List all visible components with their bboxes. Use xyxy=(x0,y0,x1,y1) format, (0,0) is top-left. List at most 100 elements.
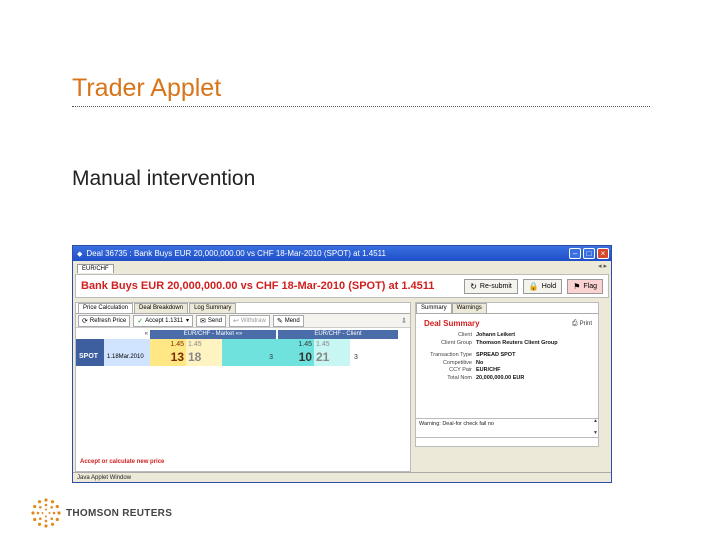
collapse-arrow[interactable]: « xyxy=(76,330,150,339)
price-panel-tabs: Price Calculation Deal Breakdown Log Sum… xyxy=(76,303,410,314)
window-title: Deal 36735 : Bank Buys EUR 20,000,000.00… xyxy=(86,249,386,258)
tenor-label: SPOT xyxy=(76,339,104,366)
logo-mark-icon xyxy=(31,498,61,528)
resubmit-label: Re-submit xyxy=(479,282,512,290)
tab-deal-breakdown[interactable]: Deal Breakdown xyxy=(134,303,189,313)
summary-tabs: Summary Warnings xyxy=(416,303,598,314)
minimize-button[interactable]: – xyxy=(569,248,581,259)
tab-warnings[interactable]: Warnings xyxy=(451,303,487,313)
client-bid-figure: 1.45 xyxy=(298,341,312,348)
flag-button[interactable]: ⚑ Flag xyxy=(567,278,603,294)
market-ask-pips: 18 xyxy=(188,350,202,364)
close-button[interactable]: × xyxy=(597,248,609,259)
tab-summary[interactable]: Summary xyxy=(416,303,452,313)
chevron-down-icon: ▾ xyxy=(186,318,190,324)
accept-message: Accept or calculate new price xyxy=(80,459,165,465)
tab-eurchf[interactable]: EUR/CHF xyxy=(77,264,114,273)
summary-row: Total Nom 20,000,000.00 EUR xyxy=(416,375,598,383)
summary-key: Client Group xyxy=(441,339,472,346)
printer-icon: ⎙ xyxy=(572,319,578,327)
flag-label: Flag xyxy=(583,282,597,290)
client-bid-cell[interactable]: 1.45 10 xyxy=(276,339,314,366)
market-ask-cell[interactable]: 1.45 18 xyxy=(186,339,222,366)
client-column-header: EUR/CHF - Client xyxy=(278,330,398,339)
summary-row: CCY Pair EUR/CHF xyxy=(416,367,598,375)
status-bar: Java Applet Window xyxy=(73,472,611,482)
window-titlebar[interactable]: ◆ Deal 36735 : Bank Buys EUR 20,000,000.… xyxy=(73,246,611,261)
deal-header: Bank Buys EUR 20,000,000.00 vs CHF 18-Ma… xyxy=(75,274,609,298)
market-bid-cell[interactable]: 1.45 13 xyxy=(150,339,186,366)
summary-row: Client Johann Leikert xyxy=(416,332,598,340)
client-ask-pips: 21 xyxy=(316,350,330,364)
warning-box: Warning: Deal-for check fail no xyxy=(415,418,599,438)
summary-key: Competitive xyxy=(442,359,472,366)
deal-summary-header: Deal Summary ⎙ Print xyxy=(416,314,598,332)
tab-log-summary[interactable]: Log Summary xyxy=(189,303,237,313)
tab-price-calculation[interactable]: Price Calculation xyxy=(78,303,134,313)
price-panel: Price Calculation Deal Breakdown Log Sum… xyxy=(75,302,411,472)
withdraw-button[interactable]: ↩ Withdraw xyxy=(228,314,270,327)
slide-subtitle: Manual intervention xyxy=(72,167,256,190)
resubmit-icon: ↻ xyxy=(470,281,477,291)
mend-icon: ✎ xyxy=(276,317,283,325)
price-grid-header: « EUR/CHF - Market «» EUR/CHF - Client xyxy=(76,330,410,339)
refresh-icon: ⟳ xyxy=(82,317,88,325)
accept-button[interactable]: ✓ Accept 1.1311 ▾ xyxy=(133,314,194,327)
summary-key: CCY Pair xyxy=(449,367,472,373)
lock-icon: 🔒 xyxy=(528,281,539,291)
mend-label: Mend xyxy=(284,317,300,324)
pin-icon[interactable]: ⇩ xyxy=(401,317,407,325)
refresh-price-label: Refresh Price xyxy=(89,317,127,324)
summary-value: Johann Leikert xyxy=(476,332,516,338)
summary-row: Client Group Thomson Reuters Client Grou… xyxy=(416,340,598,348)
print-label: Print xyxy=(579,320,592,327)
market-column-header: EUR/CHF - Market «» xyxy=(150,330,276,339)
client-bid-pips: 10 xyxy=(298,350,312,364)
summary-key: Transaction Type xyxy=(430,352,472,358)
send-icon: ✉ xyxy=(200,317,206,325)
resubmit-button[interactable]: ↻ Re-submit xyxy=(464,278,518,294)
accept-label: Accept 1.1311 xyxy=(145,317,184,324)
maximize-button[interactable]: □ xyxy=(583,248,595,259)
summary-row: Competitive No xyxy=(416,360,598,368)
print-button[interactable]: ⎙ Print xyxy=(572,320,592,328)
tab-nav-arrows[interactable]: ◂ ▸ xyxy=(598,262,607,270)
value-date: 1.18Mar.2010 xyxy=(104,339,150,366)
market-ask-figure: 1.45 xyxy=(188,341,202,348)
hold-button[interactable]: 🔒 Hold xyxy=(522,278,563,294)
summary-value: No xyxy=(476,359,484,366)
spot-price-row: SPOT 1.18Mar.2010 1.45 13 1.45 18 3 1.45… xyxy=(76,339,410,366)
summary-value: Thomson Reuters Client Group xyxy=(476,339,558,346)
summary-key: Client xyxy=(457,332,472,338)
market-bid-pips: 13 xyxy=(170,350,184,364)
refresh-price-button[interactable]: ⟳ Refresh Price xyxy=(78,314,131,327)
flag-icon: ⚑ xyxy=(573,281,581,291)
price-toolbar: ⟳ Refresh Price ✓ Accept 1.1311 ▾ ✉ Send… xyxy=(76,314,410,328)
client-ask-cell[interactable]: 1.45 21 xyxy=(314,339,350,366)
summary-row: Transaction Type SPREAD SPOT xyxy=(416,352,598,360)
scroll-up-icon[interactable]: ▲ xyxy=(592,418,599,424)
summary-value: 20,000,000.00 EUR xyxy=(476,374,525,381)
summary-key: Total Nom xyxy=(447,374,472,381)
scroll-down-icon[interactable]: ▼ xyxy=(592,430,599,436)
send-button[interactable]: ✉ Send xyxy=(196,314,226,327)
deal-summary-title: Deal Summary xyxy=(424,319,480,328)
mend-button[interactable]: ✎ Mend xyxy=(272,314,304,327)
client-ask-figure: 1.45 xyxy=(316,341,330,348)
withdraw-icon: ↩ xyxy=(232,317,239,325)
thomson-reuters-logo: THOMSON REUTERS xyxy=(30,497,172,529)
hold-label: Hold xyxy=(541,282,557,290)
client-spread: 3 xyxy=(350,339,396,366)
slide-title: Trader Applet xyxy=(72,74,222,102)
summary-value: SPREAD SPOT xyxy=(476,352,516,358)
deal-headline: Bank Buys EUR 20,000,000.00 vs CHF 18-Ma… xyxy=(81,280,435,292)
withdraw-label: Withdraw xyxy=(240,317,266,324)
send-label: Send xyxy=(207,317,222,324)
check-icon: ✓ xyxy=(137,317,144,325)
summary-value: EUR/CHF xyxy=(476,367,501,373)
title-divider xyxy=(72,106,650,107)
market-spread: 3 xyxy=(222,339,276,366)
app-icon: ◆ xyxy=(77,250,83,258)
pair-tabstrip: EUR/CHF ◂ ▸ xyxy=(73,261,611,273)
trader-applet-window: ◆ Deal 36735 : Bank Buys EUR 20,000,000.… xyxy=(72,245,612,483)
